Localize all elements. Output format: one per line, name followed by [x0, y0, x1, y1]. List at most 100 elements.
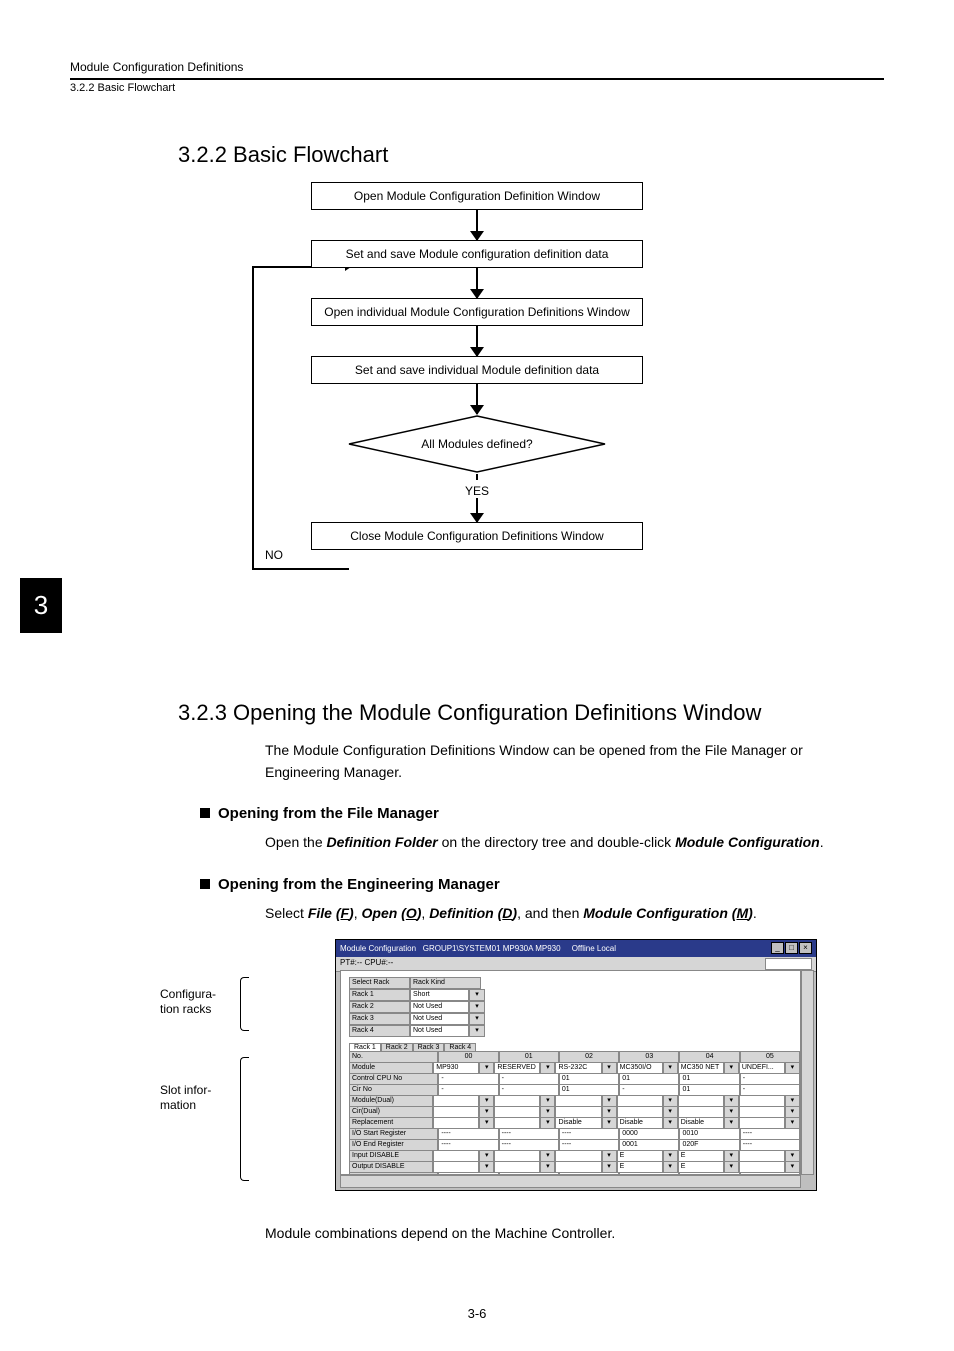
text: . [753, 905, 757, 921]
pt-cpu-field [765, 958, 812, 970]
subheading-filemgr: Opening from the File Manager [200, 805, 884, 822]
dropdown-icon[interactable]: ▾ [663, 1118, 678, 1129]
grid-cell: Disable [555, 1118, 601, 1129]
label-config-racks: Configura- tion racks [160, 987, 216, 1017]
dropdown-icon[interactable]: ▾ [540, 1096, 555, 1107]
flow-arrow [476, 326, 478, 356]
grid-cell: MC350 NET [678, 1063, 724, 1074]
dropdown-icon[interactable]: ▾ [479, 1107, 494, 1118]
open-intro-text: The Module Configuration Definitions Win… [265, 740, 864, 783]
dropdown-icon[interactable]: ▾ [602, 1107, 617, 1118]
dropdown-icon[interactable]: ▾ [785, 1118, 800, 1129]
grid-cell: 01 [619, 1074, 679, 1085]
text: , [354, 905, 362, 921]
dropdown-icon[interactable]: ▾ [479, 1063, 494, 1074]
grid-cell [555, 1151, 601, 1162]
flow-arrow [476, 384, 478, 414]
grid-row-label: Cir(Dual) [349, 1107, 433, 1118]
grid-cell: - [438, 1085, 498, 1096]
tab-rack2[interactable]: Rack 2 [381, 1043, 413, 1051]
text: , and then [517, 905, 583, 921]
dropdown-icon[interactable]: ▾ [469, 989, 485, 1001]
minimize-button[interactable]: _ [771, 942, 784, 954]
bracket-slots [240, 1057, 249, 1181]
dropdown-icon[interactable]: ▾ [540, 1151, 555, 1162]
rack-kind-value: Not Used [410, 1013, 469, 1025]
rack-kind-value: Not Used [410, 1001, 469, 1013]
grid-cell: 0001 [619, 1140, 679, 1151]
grid-row: Cir(Dual) ▾ ▾ ▾ ▾ ▾ ▾ [349, 1107, 800, 1118]
grid-cell: Disable [617, 1118, 663, 1129]
grid-cell [617, 1107, 663, 1118]
dropdown-icon[interactable]: ▾ [540, 1162, 555, 1173]
grid-cell [494, 1162, 540, 1173]
tab-rack3[interactable]: Rack 3 [413, 1043, 445, 1051]
text: Offline Local [572, 944, 616, 953]
dropdown-icon[interactable]: ▾ [469, 1001, 485, 1013]
grid-cell: RS-232C [555, 1063, 601, 1074]
grid-cell [555, 1096, 601, 1107]
bullet-square-icon [200, 879, 210, 889]
grid-cell [739, 1096, 785, 1107]
text: GROUP1\SYSTEM01 MP930A MP930 [423, 944, 561, 953]
dropdown-icon[interactable]: ▾ [785, 1107, 800, 1118]
dropdown-icon[interactable]: ▾ [785, 1096, 800, 1107]
scrollbar-horizontal[interactable] [340, 1175, 801, 1188]
grid-row-label: I/O End Register [349, 1140, 438, 1151]
grid-cell: ---- [438, 1129, 498, 1140]
grid-cell: UNDEFI... [739, 1063, 785, 1074]
grid-row: Module(Dual)▾▾▾▾▾▾ [349, 1096, 800, 1107]
window-client-area: Select Rack Rack Kind Rack 1 Short ▾ Rac… [340, 970, 801, 1175]
scrollbar-vertical[interactable] [801, 970, 814, 1175]
flow-arrow [476, 210, 478, 240]
maximize-button[interactable]: □ [785, 942, 798, 954]
dropdown-icon[interactable]: ▾ [663, 1063, 678, 1074]
tab-rack4[interactable]: Rack 4 [444, 1043, 476, 1051]
dropdown-icon[interactable]: ▾ [663, 1162, 678, 1173]
dropdown-icon[interactable]: ▾ [479, 1118, 494, 1129]
emph: Definition (D) [429, 905, 517, 921]
grid-cell: E [617, 1151, 663, 1162]
grid-row: Output DISABLE▾▾▾E▾E▾▾ [349, 1162, 800, 1173]
rack-row: Rack 2 Not Used ▾ [349, 1001, 792, 1013]
grid-row: ModuleMP930▾RESERVED▾RS-232C▾MC350I/O▾MC… [349, 1063, 800, 1074]
flow-box-open-individual: Open individual Module Configuration Def… [311, 298, 643, 326]
grid-cell [494, 1118, 540, 1129]
dropdown-icon[interactable]: ▾ [602, 1096, 617, 1107]
dropdown-icon[interactable]: ▾ [785, 1063, 800, 1074]
section-heading-open: 3.2.3 Opening the Module Configuration D… [178, 700, 884, 726]
text: Open the [265, 834, 327, 850]
dropdown-icon[interactable]: ▾ [479, 1151, 494, 1162]
grid-cell: ---- [559, 1140, 619, 1151]
dropdown-icon[interactable]: ▾ [540, 1118, 555, 1129]
dropdown-icon[interactable]: ▾ [724, 1118, 739, 1129]
tab-rack1[interactable]: Rack 1 [349, 1043, 381, 1051]
grid-cell [494, 1096, 540, 1107]
label-slot-info: Slot infor- mation [160, 1083, 211, 1113]
dropdown-icon[interactable]: ▾ [724, 1151, 739, 1162]
dropdown-icon[interactable]: ▾ [602, 1118, 617, 1129]
dropdown-icon[interactable]: ▾ [469, 1025, 485, 1037]
dropdown-icon[interactable]: ▾ [724, 1107, 739, 1118]
dropdown-icon[interactable]: ▾ [663, 1096, 678, 1107]
dropdown-icon[interactable]: ▾ [469, 1013, 485, 1025]
dropdown-icon[interactable]: ▾ [602, 1162, 617, 1173]
dropdown-icon[interactable]: ▾ [663, 1151, 678, 1162]
dropdown-icon[interactable]: ▾ [479, 1096, 494, 1107]
dropdown-icon[interactable]: ▾ [479, 1162, 494, 1173]
dropdown-icon[interactable]: ▾ [663, 1107, 678, 1118]
dropdown-icon[interactable]: ▾ [540, 1063, 555, 1074]
dropdown-icon[interactable]: ▾ [602, 1151, 617, 1162]
dropdown-icon[interactable]: ▾ [785, 1162, 800, 1173]
flow-box-save-individual: Set and save individual Module definitio… [311, 356, 643, 384]
dropdown-icon[interactable]: ▾ [724, 1063, 739, 1074]
dropdown-icon[interactable]: ▾ [785, 1151, 800, 1162]
subheading-filemgr-label: Opening from the File Manager [218, 805, 439, 822]
dropdown-icon[interactable]: ▾ [602, 1063, 617, 1074]
dropdown-icon[interactable]: ▾ [540, 1107, 555, 1118]
grid-row: I/O Start Register------------00000010--… [349, 1129, 800, 1140]
dropdown-icon[interactable]: ▾ [724, 1096, 739, 1107]
close-button[interactable]: × [799, 942, 812, 954]
window-buttons: _□× [770, 942, 812, 954]
dropdown-icon[interactable]: ▾ [724, 1162, 739, 1173]
